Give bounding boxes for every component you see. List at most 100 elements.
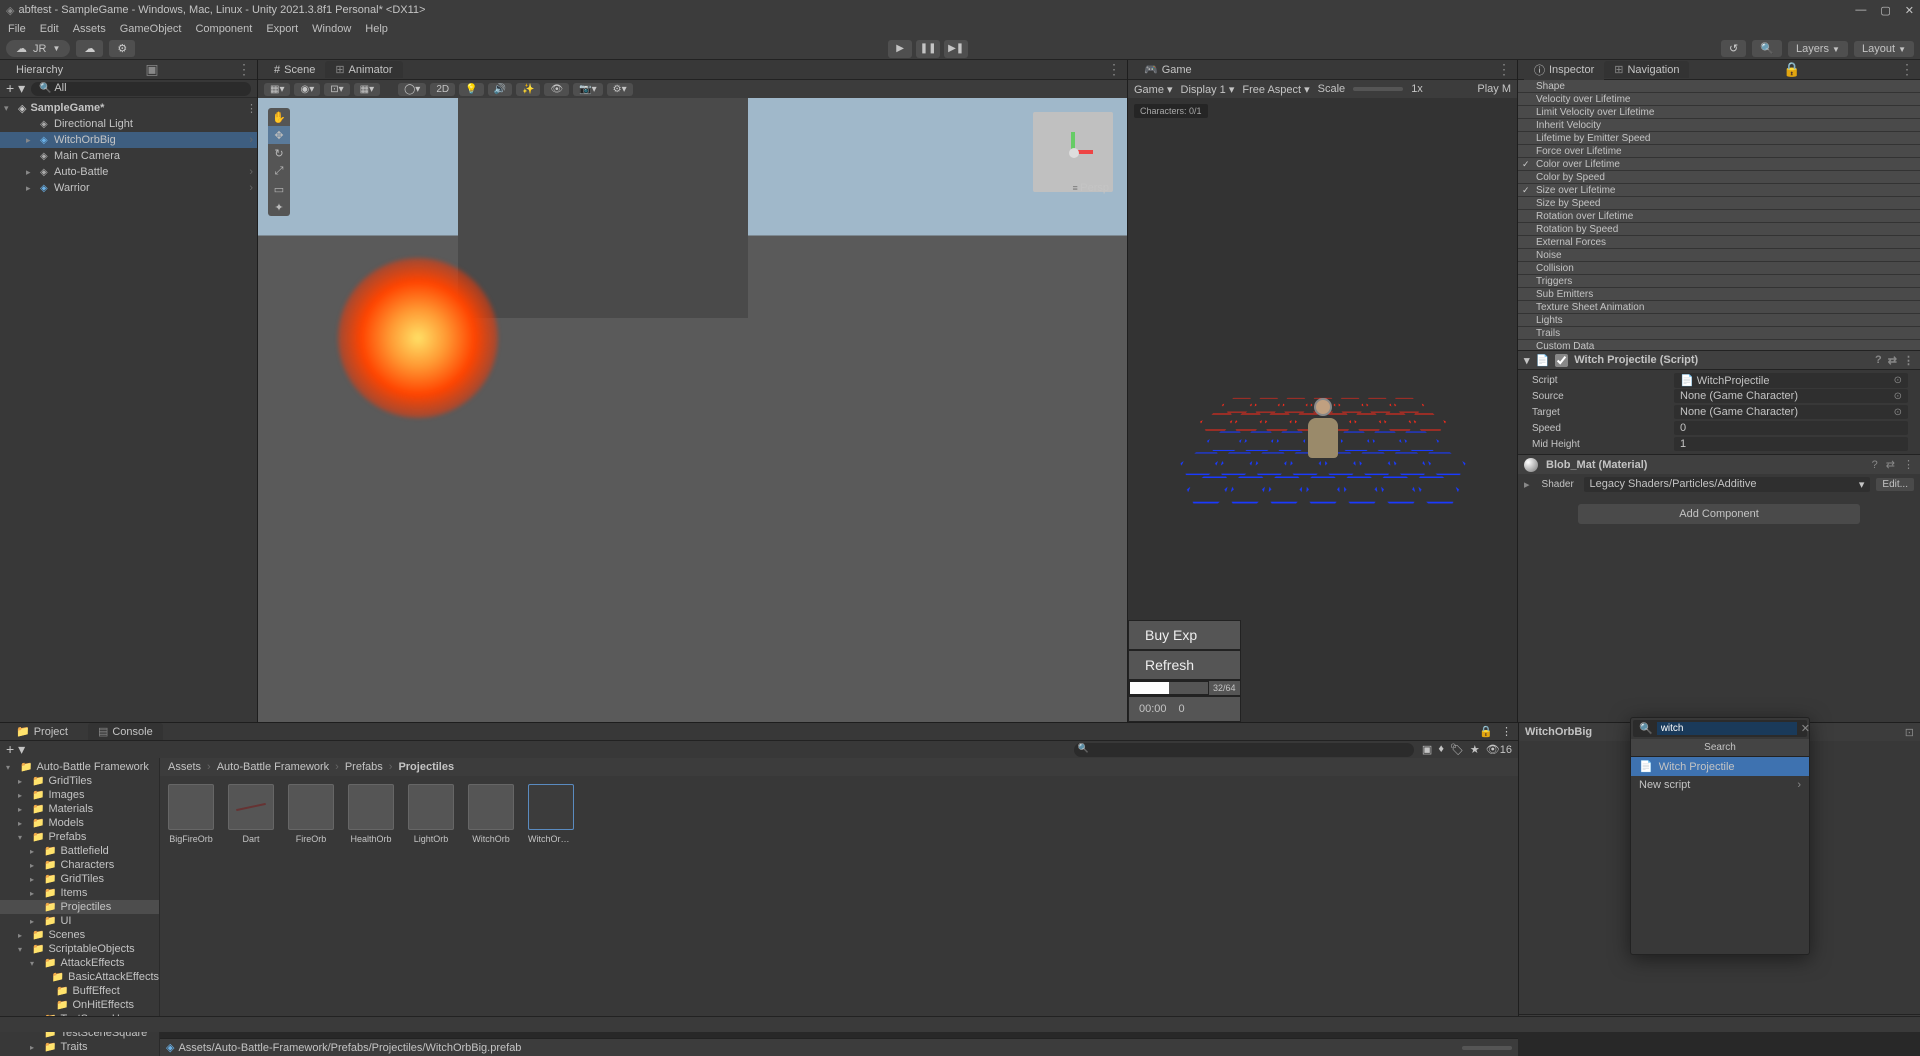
fx-toggle[interactable]: ✨ <box>516 83 540 96</box>
project-folder[interactable]: ▸📁GridTiles <box>0 872 159 886</box>
console-tab[interactable]: ▤ Console <box>88 723 163 740</box>
shading-mode-button[interactable]: ▦▾ <box>264 83 290 96</box>
breadcrumb-item[interactable]: Assets <box>168 761 201 773</box>
asset-item[interactable]: HealthOrb <box>348 784 394 844</box>
inspector-tab[interactable]: ⓘ Inspector <box>1524 60 1604 80</box>
project-folder[interactable]: ▸📁Battlefield <box>0 844 159 858</box>
particle-module-row[interactable]: Texture Sheet Animation <box>1518 301 1920 314</box>
transform-tool[interactable]: ✦ <box>268 198 290 216</box>
scene-menu-icon[interactable]: ⋮ <box>1107 61 1121 78</box>
particle-module-row[interactable]: Rotation over Lifetime <box>1518 210 1920 223</box>
maximize-icon[interactable]: ▢ <box>1880 4 1890 17</box>
scene-root[interactable]: ▾ ◈ SampleGame* ⋮ <box>0 100 257 116</box>
project-folder[interactable]: ▸📁Images <box>0 788 159 802</box>
hierarchy-menu-icon[interactable]: ⋮ <box>237 61 251 78</box>
gizmos-button[interactable]: ⚙▾ <box>607 83 633 96</box>
buy-exp-button[interactable]: Buy Exp <box>1128 620 1241 650</box>
star-icon[interactable]: ★ <box>1470 743 1480 756</box>
asset-item[interactable]: WitchOrb <box>468 784 514 844</box>
project-folder[interactable]: 📁BuffEffect <box>0 984 159 998</box>
material-header[interactable]: Blob_Mat (Material) ? ⇄ ⋮ <box>1518 454 1920 474</box>
label-icon[interactable]: 🏷 <box>1450 743 1464 756</box>
edit-shader-button[interactable]: Edit... <box>1876 478 1914 491</box>
particle-module-row[interactable]: Rotation by Speed <box>1518 223 1920 236</box>
project-folder[interactable]: ▸📁Items <box>0 886 159 900</box>
clear-search-icon[interactable]: ✕ <box>1801 722 1810 735</box>
particle-module-row[interactable]: Lights <box>1518 314 1920 327</box>
particle-module-row[interactable]: Force over Lifetime <box>1518 145 1920 158</box>
add-component-button[interactable]: Add Component <box>1578 504 1860 524</box>
scale-tool[interactable]: ⤢ <box>268 162 290 180</box>
particle-module-row[interactable]: Noise <box>1518 249 1920 262</box>
project-folder[interactable]: ▸📁Materials <box>0 802 159 816</box>
navigation-tab[interactable]: ⊞ Navigation <box>1604 61 1689 78</box>
hierarchy-item[interactable]: ▸◈Auto-Battle› <box>0 164 257 180</box>
undo-history-button[interactable]: ↺ <box>1721 40 1746 57</box>
animator-tab[interactable]: ⊞ Animator <box>325 61 402 78</box>
cloud-sync-button[interactable]: ☁ <box>76 40 103 57</box>
skybox-button[interactable]: ⊡▾ <box>324 83 349 96</box>
favorite-icon[interactable]: ♦ <box>1438 743 1444 756</box>
component-enabled-checkbox[interactable] <box>1555 354 1568 367</box>
asset-item[interactable]: BigFireOrb <box>168 784 214 844</box>
dropdown-item-new-script[interactable]: New script › <box>1631 776 1809 794</box>
property-value[interactable]: 📄 WitchProjectile⊙ <box>1674 373 1908 388</box>
particle-module-row[interactable]: Size over Lifetime <box>1518 184 1920 197</box>
breadcrumb-item[interactable]: Projectiles <box>398 761 454 773</box>
menu-window[interactable]: Window <box>312 23 351 35</box>
scale-slider[interactable] <box>1353 87 1403 91</box>
project-folder[interactable]: ▾📁Auto-Battle Framework <box>0 760 159 774</box>
particle-module-row[interactable]: External Forces <box>1518 236 1920 249</box>
particle-module-row[interactable]: Triggers <box>1518 275 1920 288</box>
settings-button[interactable]: ⚙ <box>109 40 135 57</box>
preset-icon[interactable]: ⇄ <box>1888 354 1897 367</box>
object-picker-icon[interactable]: ⊙ <box>1894 375 1902 386</box>
menu-component[interactable]: Component <box>195 23 252 35</box>
move-tool[interactable]: ✥ <box>268 126 290 144</box>
asset-item[interactable]: LightOrb <box>408 784 454 844</box>
aspect-dropdown[interactable]: Free Aspect ▾ <box>1242 83 1309 96</box>
dropdown-item-witch-projectile[interactable]: 📄 Witch Projectile <box>1631 757 1809 776</box>
hierarchy-item[interactable]: ◈Main Camera <box>0 148 257 164</box>
project-folder[interactable]: 📁BasicAttackEffects <box>0 970 159 984</box>
create-button[interactable]: + ▾ <box>6 80 25 97</box>
asset-item[interactable]: Dart <box>228 784 274 844</box>
property-value[interactable]: 1 <box>1674 437 1908 451</box>
dropdown-search-input[interactable] <box>1657 722 1797 735</box>
display-dropdown[interactable]: Display 1 ▾ <box>1181 83 1235 96</box>
project-tab[interactable]: 📁 Project <box>6 723 78 740</box>
account-button[interactable]: ☁ JR ▼ <box>6 40 70 57</box>
rect-tool[interactable]: ▭ <box>268 180 290 198</box>
minimize-icon[interactable]: — <box>1855 4 1866 17</box>
particle-module-row[interactable]: Inherit Velocity <box>1518 119 1920 132</box>
draw-mode-button[interactable]: ◉▾ <box>294 83 320 96</box>
hierarchy-maximize-icon[interactable]: ▣ <box>145 61 158 78</box>
thumbnail-size-slider[interactable] <box>1462 1046 1512 1050</box>
project-folder[interactable]: ▾📁ScriptableObjects <box>0 942 159 956</box>
grid-button[interactable]: ▦▾ <box>354 83 380 96</box>
object-picker-icon[interactable]: ⊙ <box>1894 391 1902 402</box>
hierarchy-item[interactable]: ◈Directional Light <box>0 116 257 132</box>
menu-assets[interactable]: Assets <box>73 23 106 35</box>
particle-module-row[interactable]: Color by Speed <box>1518 171 1920 184</box>
menu-file[interactable]: File <box>8 23 26 35</box>
menu-help[interactable]: Help <box>365 23 388 35</box>
property-value[interactable]: None (Game Character)⊙ <box>1674 405 1908 419</box>
help-icon[interactable]: ? <box>1875 354 1882 366</box>
pause-button[interactable]: ❚❚ <box>916 40 940 58</box>
property-value[interactable]: None (Game Character)⊙ <box>1674 389 1908 403</box>
project-folder[interactable]: ▸📁UI <box>0 914 159 928</box>
game-menu-icon[interactable]: ⋮ <box>1497 61 1511 78</box>
audio-toggle[interactable]: 🔊 <box>488 83 512 96</box>
dropdown-search[interactable]: 🔍 ✕ <box>1633 720 1807 737</box>
project-folder[interactable]: ▸📁Characters <box>0 858 159 872</box>
mat-menu-icon[interactable]: ⋮ <box>1903 458 1914 471</box>
particle-module-row[interactable]: Color over Lifetime <box>1518 158 1920 171</box>
orientation-gizmo[interactable] <box>1033 112 1113 192</box>
mat-preset-icon[interactable]: ⇄ <box>1886 458 1895 471</box>
search-button[interactable]: 🔍 <box>1752 40 1782 57</box>
project-folder[interactable]: 📁Projectiles <box>0 900 159 914</box>
breadcrumb-item[interactable]: Prefabs <box>345 761 383 773</box>
project-folder[interactable]: ▸📁Models <box>0 816 159 830</box>
project-menu-icon[interactable]: ⋮ <box>1501 725 1512 738</box>
